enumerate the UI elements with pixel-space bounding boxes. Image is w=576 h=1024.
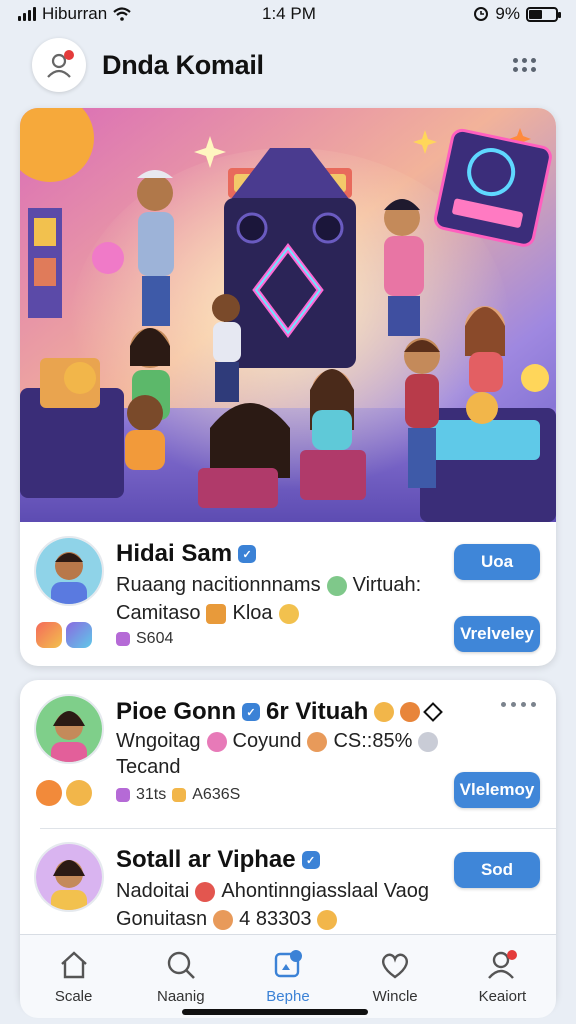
wifi-icon (113, 7, 131, 21)
status-left: Hiburran (18, 4, 131, 24)
post-text: 4 83303 (239, 908, 312, 930)
battery-percent: 9% (495, 4, 520, 23)
heart-emoji-icon (195, 881, 216, 902)
post-text-line-1: Nadoitai Ahontinngiasslaal Vaog (116, 880, 429, 903)
featured-post-card[interactable]: Hidai Sam ✓ Ruaang nacitionnnams Virtuah… (20, 108, 556, 666)
author-name-text: Hidai Sam (116, 540, 233, 567)
verified-badge-icon: ✓ (238, 545, 257, 563)
moon-emoji-icon (418, 731, 439, 752)
smile-emoji-icon (278, 603, 299, 624)
post-author-name[interactable]: Sotall ar Viphae ✓ (116, 846, 320, 874)
post-text: Ruaang nacitionnnams (116, 574, 321, 596)
status-right: 9% (473, 4, 561, 24)
view-button[interactable]: Vrelveley (454, 616, 540, 652)
media-thumb-icon[interactable] (66, 622, 92, 648)
battery-icon (526, 6, 561, 22)
post-author-name[interactable]: Pioe Gonn ✓ 6r Vituah (116, 698, 444, 726)
post-author-name[interactable]: Hidai Sam ✓ (116, 540, 257, 568)
post-text: Ahontinngiasslaal Vaog (221, 880, 429, 902)
search-icon (167, 951, 195, 979)
post-author-avatar[interactable] (34, 842, 104, 912)
face-emoji-icon (307, 731, 328, 752)
trophy-emoji-icon (206, 603, 227, 624)
post-text: Coyund (232, 730, 302, 752)
post-media-thumbs[interactable] (36, 622, 92, 648)
status-bar: Hiburran 1:4 PM 9% (0, 0, 576, 28)
post-text-line-1: Ruaang nacitionnnams Virtuah: (116, 574, 421, 597)
post-author-avatar[interactable] (34, 536, 104, 606)
reaction-icon (116, 632, 130, 646)
nav-label: Naanig (157, 988, 205, 1005)
post-text: CS::85% (333, 730, 413, 752)
home-indicator (182, 1009, 368, 1015)
reaction-count: S604 (136, 630, 174, 647)
post-text: Wngoitag (116, 730, 201, 752)
create-post-icon (274, 950, 302, 978)
post-text: Nadoitai (116, 880, 190, 902)
header: Dnda Komail (0, 30, 576, 100)
author-name-text: Sotall ar Viphae (116, 846, 296, 873)
post-meta: S604 (116, 630, 173, 648)
nav-create-post[interactable]: Bephe (238, 948, 338, 1005)
post-text-line-2: Gonuitasn 4 83303 (116, 908, 338, 931)
notification-dot (64, 50, 74, 60)
post-author-avatar[interactable] (34, 694, 104, 764)
author-name-text: Pioe Gonn (116, 698, 236, 725)
media-thumb-icon[interactable] (36, 622, 62, 648)
clock: 1:4 PM (262, 4, 316, 23)
follow-button[interactable]: Uoa (454, 544, 540, 580)
carrier-name: Hiburran (42, 4, 108, 23)
post-text: Virtuah: (352, 574, 422, 596)
view-button[interactable]: Vlelemoy (454, 772, 540, 808)
reaction-count: 31ts (136, 786, 167, 803)
post-meta: 31ts A636S (116, 786, 240, 804)
nav-label: Wincle (372, 988, 418, 1005)
home-icon (60, 951, 87, 979)
face-emoji-icon (213, 909, 234, 930)
bottom-navigation: Scale Naanig Bephe Wincle Keaiort (20, 934, 556, 1018)
post-text-line-2: Tecand (116, 756, 181, 779)
author-name-text: 6r Vituah (266, 698, 369, 725)
nav-label: Scale (54, 988, 93, 1005)
post-text: Kloa (232, 602, 273, 624)
verified-badge-icon: ✓ (301, 851, 320, 869)
alarm-icon (474, 7, 489, 21)
heart-emoji-icon (206, 731, 227, 752)
post-text-line-2: Camitaso Kloa (116, 602, 299, 625)
more-options-icon[interactable] (505, 50, 544, 80)
post-text-line-1: Wngoitag Coyund CS::85% (116, 730, 439, 753)
signal-icon (18, 7, 36, 21)
nav-profile[interactable]: Keaiort (452, 948, 552, 1005)
send-button[interactable]: Sod (454, 852, 540, 888)
reaction-icon (116, 788, 130, 802)
media-thumb-icon[interactable] (36, 780, 62, 806)
heart-icon (382, 953, 409, 979)
post-media-thumbs[interactable] (36, 780, 92, 806)
page-title: Dnda Komail (102, 49, 264, 80)
profile-avatar-button[interactable] (32, 38, 86, 92)
post-text: Tecand (116, 756, 181, 778)
nav-label: Keaiort (478, 988, 527, 1005)
post-options-icon[interactable] (501, 702, 536, 707)
nav-search[interactable]: Naanig (131, 948, 231, 1005)
diamond-icon (423, 702, 444, 722)
smile-emoji-icon (374, 702, 395, 722)
verified-badge-icon: ✓ (242, 703, 260, 721)
nav-label: Bephe (266, 988, 310, 1005)
post-text: Gonuitasn (116, 908, 208, 930)
media-thumb-icon[interactable] (66, 780, 92, 806)
emoji-reaction-icon (172, 788, 187, 802)
divider (40, 828, 556, 829)
featured-illustration (20, 108, 556, 522)
globe-emoji-icon (326, 575, 347, 596)
smile-emoji-icon (317, 909, 338, 930)
nav-likes[interactable]: Wincle (345, 948, 445, 1005)
profile-icon (488, 950, 518, 979)
nav-home[interactable]: Scale (24, 948, 124, 1005)
reaction-count: A636S (192, 786, 241, 803)
post-text: Camitaso (116, 602, 201, 624)
fox-emoji-icon (400, 702, 421, 722)
